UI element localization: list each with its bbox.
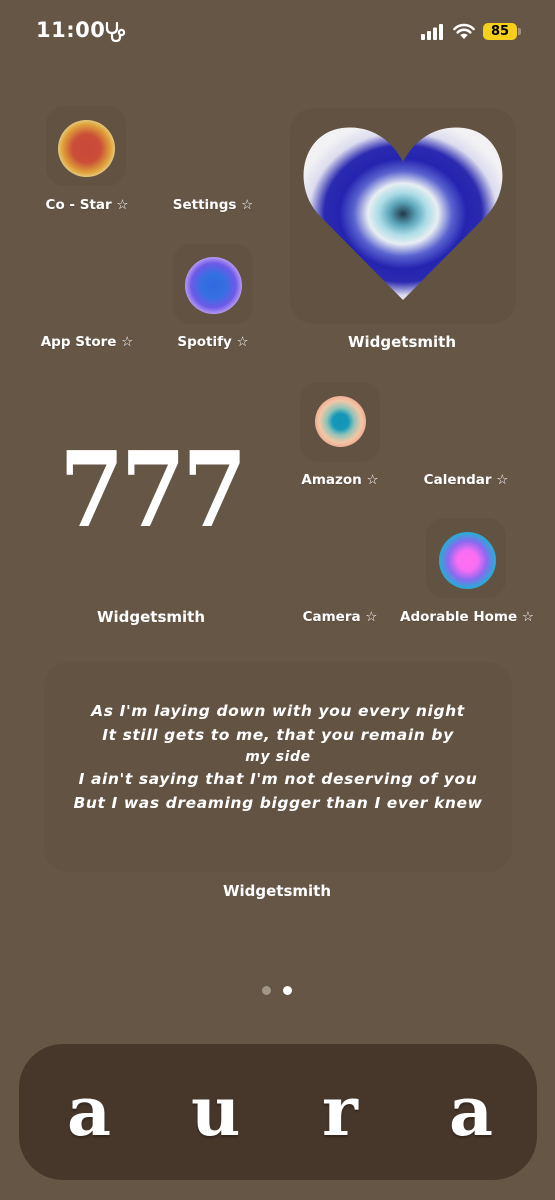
app-tile[interactable] xyxy=(173,244,253,324)
lyric-line: I ain't saying that I'm not deserving of… xyxy=(78,770,478,788)
cellular-signal-icon xyxy=(421,24,443,40)
stethoscope-icon xyxy=(105,21,126,43)
page-dot[interactable] xyxy=(262,986,271,995)
wifi-icon xyxy=(453,23,475,39)
orb-icon xyxy=(315,396,366,447)
app-tile[interactable] xyxy=(300,382,380,462)
page-indicator[interactable] xyxy=(262,980,292,999)
app-label: App Store ☆ xyxy=(40,334,134,350)
app-label: Calendar ☆ xyxy=(423,472,509,488)
page-dot-active[interactable] xyxy=(283,986,292,995)
app-tile-blank[interactable] xyxy=(426,382,506,462)
dock: a u r a xyxy=(19,1044,537,1180)
app-label: Adorable Home ☆ xyxy=(400,609,534,625)
app-tile-blank[interactable] xyxy=(300,518,380,598)
battery-nub xyxy=(518,28,521,35)
app-label: Co - Star ☆ xyxy=(45,197,129,213)
widget-label: Widgetsmith xyxy=(222,882,332,900)
dock-app-a[interactable]: a xyxy=(67,1072,111,1152)
heart-widget-tile[interactable] xyxy=(290,108,516,324)
widget-label: Widgetsmith xyxy=(347,333,457,351)
orb-icon xyxy=(185,257,242,314)
orb-icon xyxy=(58,120,115,177)
lyric-line: But I was dreaming bigger than I ever kn… xyxy=(73,793,483,812)
lyrics-widget-tile[interactable]: As I'm laying down with you every night … xyxy=(44,662,512,872)
app-label: Amazon ☆ xyxy=(301,472,379,488)
evil-eye-heart-icon xyxy=(303,127,503,300)
dock-app-r[interactable]: r xyxy=(322,1072,358,1152)
lyrics-text: As I'm laying down with you every night … xyxy=(44,700,512,815)
number-text: 777 xyxy=(59,428,247,551)
dock-app-u[interactable]: u xyxy=(191,1072,240,1152)
app-label: Settings ☆ xyxy=(172,197,254,213)
dock-app-a-2[interactable]: a xyxy=(449,1072,493,1152)
battery-indicator: 85 xyxy=(483,23,517,40)
lyric-line: As I'm laying down with you every night xyxy=(91,702,465,720)
app-tile[interactable] xyxy=(426,518,506,598)
app-tile-blank[interactable] xyxy=(173,106,253,186)
app-label: Spotify ☆ xyxy=(177,334,249,350)
orb-icon xyxy=(439,532,496,589)
app-label: Camera ☆ xyxy=(302,609,378,625)
widget-label: Widgetsmith xyxy=(96,608,206,626)
app-tile[interactable] xyxy=(46,106,126,186)
status-time: 11:00 xyxy=(36,18,106,42)
app-tile-blank[interactable] xyxy=(46,244,126,324)
lyric-line: my side xyxy=(245,749,311,765)
lyric-line: It still gets to me, that you remain by xyxy=(102,725,454,744)
